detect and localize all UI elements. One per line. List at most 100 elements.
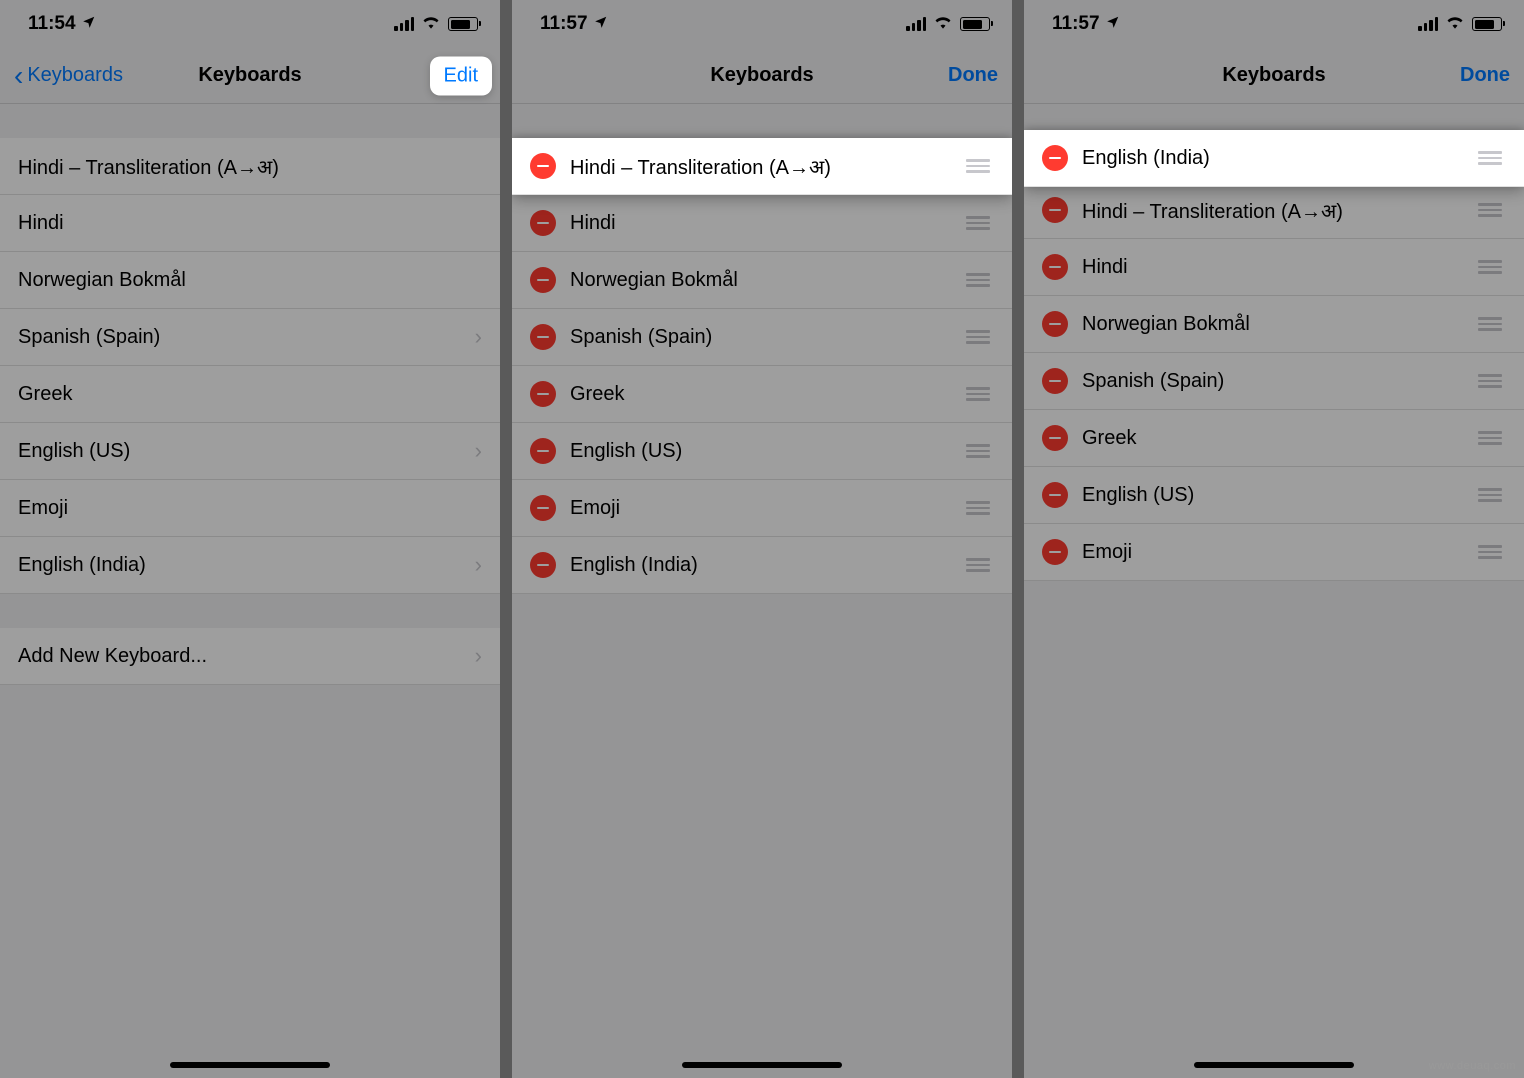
status-time: 11:57 bbox=[540, 13, 588, 35]
keyboard-row[interactable]: Hindi bbox=[0, 195, 500, 252]
chevron-right-icon: › bbox=[475, 552, 482, 578]
keyboard-row[interactable]: Norwegian Bokmål bbox=[0, 252, 500, 309]
keyboard-row[interactable]: Hindi bbox=[1024, 239, 1524, 296]
keyboard-row[interactable]: Greek bbox=[0, 366, 500, 423]
chevron-right-icon: › bbox=[475, 643, 482, 669]
keyboard-row[interactable]: Hindi – Transliteration (A→अ) bbox=[1024, 182, 1524, 239]
remove-icon[interactable] bbox=[1042, 311, 1068, 337]
remove-icon[interactable] bbox=[530, 552, 556, 578]
remove-icon[interactable] bbox=[1042, 368, 1068, 394]
keyboard-row[interactable]: Spanish (Spain) bbox=[512, 309, 1012, 366]
remove-icon[interactable] bbox=[1042, 539, 1068, 565]
footer-list: Add New Keyboard...› bbox=[0, 628, 500, 685]
location-icon bbox=[1106, 13, 1120, 35]
nav-title: Keyboards bbox=[1024, 64, 1524, 87]
reorder-handle-icon[interactable] bbox=[962, 269, 994, 291]
status-time: 11:57 bbox=[1052, 13, 1100, 35]
reorder-handle-icon[interactable] bbox=[962, 554, 994, 576]
remove-icon[interactable] bbox=[530, 210, 556, 236]
remove-icon[interactable] bbox=[530, 153, 556, 179]
reorder-handle-icon[interactable] bbox=[962, 440, 994, 462]
keyboard-row[interactable]: English (US) bbox=[512, 423, 1012, 480]
remove-icon[interactable] bbox=[530, 324, 556, 350]
home-indicator[interactable] bbox=[1194, 1062, 1354, 1068]
home-indicator[interactable] bbox=[170, 1062, 330, 1068]
done-button[interactable]: Done bbox=[1460, 64, 1510, 87]
battery-icon bbox=[448, 17, 478, 31]
remove-icon[interactable] bbox=[1042, 145, 1068, 171]
wifi-icon bbox=[421, 13, 441, 35]
keyboard-row[interactable]: English (US) bbox=[1024, 467, 1524, 524]
chevron-left-icon: ‹ bbox=[14, 62, 23, 90]
status-time: 11:54 bbox=[28, 13, 76, 35]
chevron-right-icon: › bbox=[475, 324, 482, 350]
reorder-handle-icon[interactable] bbox=[1474, 541, 1506, 563]
remove-icon[interactable] bbox=[1042, 197, 1068, 223]
reorder-handle-icon[interactable] bbox=[1474, 313, 1506, 335]
edit-button[interactable]: Edit bbox=[430, 56, 492, 95]
cell-signal-icon bbox=[1418, 17, 1438, 31]
keyboard-row[interactable]: Norwegian Bokmål bbox=[1024, 296, 1524, 353]
nav-bar: ‹ Keyboards Keyboards Edit bbox=[0, 48, 500, 104]
keyboard-row[interactable]: Emoji bbox=[1024, 524, 1524, 581]
reorder-handle-icon[interactable] bbox=[962, 383, 994, 405]
keyboard-row[interactable]: Spanish (Spain)› bbox=[0, 309, 500, 366]
cell-signal-icon bbox=[906, 17, 926, 31]
reorder-handle-icon[interactable] bbox=[962, 212, 994, 234]
cell-signal-icon bbox=[394, 17, 414, 31]
keyboard-row[interactable]: English (India) bbox=[512, 537, 1012, 594]
reorder-handle-icon[interactable] bbox=[962, 497, 994, 519]
nav-title: Keyboards bbox=[512, 64, 1012, 87]
watermark: www.deuaq.com bbox=[1429, 1060, 1516, 1072]
nav-bar: Keyboards Done bbox=[512, 48, 1012, 104]
reorder-handle-icon[interactable] bbox=[1474, 370, 1506, 392]
remove-icon[interactable] bbox=[1042, 482, 1068, 508]
keyboard-list: Hindi – Transliteration (A→अ) Hindi Norw… bbox=[0, 138, 500, 594]
reorder-handle-icon[interactable] bbox=[962, 326, 994, 348]
keyboard-row[interactable]: English (India)› bbox=[0, 537, 500, 594]
remove-icon[interactable] bbox=[530, 381, 556, 407]
keyboard-row[interactable]: Greek bbox=[1024, 410, 1524, 467]
nav-bar: Keyboards Done bbox=[1024, 48, 1524, 104]
reorder-handle-icon[interactable] bbox=[1474, 147, 1506, 169]
dragging-row[interactable]: Hindi – Transliteration (A→अ) bbox=[512, 138, 1012, 195]
wifi-icon bbox=[933, 13, 953, 35]
done-button[interactable]: Done bbox=[948, 64, 998, 87]
dragging-row[interactable]: English (India) bbox=[1024, 130, 1524, 187]
keyboard-row[interactable]: English (US)› bbox=[0, 423, 500, 480]
remove-icon[interactable] bbox=[1042, 254, 1068, 280]
battery-icon bbox=[1472, 17, 1502, 31]
keyboard-row[interactable]: Greek bbox=[512, 366, 1012, 423]
location-icon bbox=[594, 13, 608, 35]
status-bar: 11:57 bbox=[512, 0, 1012, 48]
remove-icon[interactable] bbox=[530, 267, 556, 293]
status-bar: 11:54 bbox=[0, 0, 500, 48]
keyboard-row[interactable]: Hindi – Transliteration (A→अ) bbox=[0, 138, 500, 195]
keyboard-list: Hindi – Transliteration (A→अ) Hindi Norw… bbox=[512, 138, 1012, 594]
status-bar: 11:57 bbox=[1024, 0, 1524, 48]
nav-back-button[interactable]: ‹ Keyboards bbox=[14, 62, 123, 90]
keyboard-row[interactable]: Emoji bbox=[512, 480, 1012, 537]
location-icon bbox=[82, 13, 96, 35]
keyboard-list: Hindi – Transliteration (A→अ) Hindi Norw… bbox=[1024, 182, 1524, 581]
home-indicator[interactable] bbox=[682, 1062, 842, 1068]
remove-icon[interactable] bbox=[530, 495, 556, 521]
reorder-handle-icon[interactable] bbox=[1474, 199, 1506, 221]
phone-screenshot-2: 11:57 Keyboards Done Hindi – Translitera… bbox=[512, 0, 1012, 1078]
reorder-handle-icon[interactable] bbox=[1474, 484, 1506, 506]
keyboard-row[interactable]: Hindi bbox=[512, 195, 1012, 252]
remove-icon[interactable] bbox=[530, 438, 556, 464]
keyboard-row[interactable]: Spanish (Spain) bbox=[1024, 353, 1524, 410]
phone-screenshot-1: 11:54 ‹ Keyboards Keyboards Edit Hindi –… bbox=[0, 0, 500, 1078]
remove-icon[interactable] bbox=[1042, 425, 1068, 451]
keyboard-row[interactable]: Emoji bbox=[0, 480, 500, 537]
phone-screenshot-3: 11:57 Keyboards Done Hindi – Translitera… bbox=[1024, 0, 1524, 1078]
keyboard-row[interactable]: Norwegian Bokmål bbox=[512, 252, 1012, 309]
wifi-icon bbox=[1445, 13, 1465, 35]
reorder-handle-icon[interactable] bbox=[1474, 256, 1506, 278]
battery-icon bbox=[960, 17, 990, 31]
add-keyboard-row[interactable]: Add New Keyboard...› bbox=[0, 628, 500, 685]
reorder-handle-icon[interactable] bbox=[962, 155, 994, 177]
reorder-handle-icon[interactable] bbox=[1474, 427, 1506, 449]
nav-back-label: Keyboards bbox=[27, 64, 123, 87]
